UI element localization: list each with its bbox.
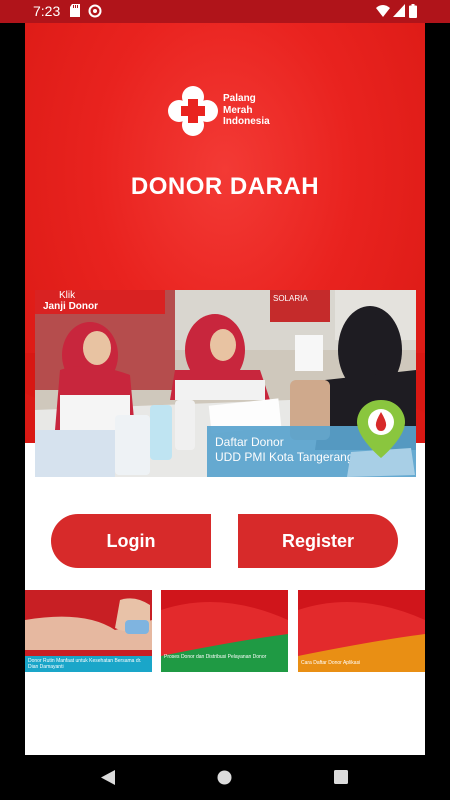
back-icon[interactable] bbox=[101, 770, 115, 785]
pmi-logo bbox=[168, 86, 218, 136]
video-thumbnail-2[interactable]: Proses Donor dan Distribusi Pelayanan Do… bbox=[161, 590, 288, 672]
page-title: DONOR DARAH bbox=[130, 173, 320, 200]
signal-icon bbox=[393, 4, 405, 17]
logo-text: Palang Merah Indonesia bbox=[223, 93, 270, 128]
daftar-donor-line1: Daftar Donor bbox=[215, 435, 284, 449]
status-bar: 7:23 bbox=[0, 0, 450, 23]
daftar-donor-line2: UDD PMI Kota Tangerang bbox=[215, 450, 354, 464]
register-button[interactable]: Register bbox=[238, 514, 398, 568]
battery-icon bbox=[409, 4, 417, 18]
janji-donor-banner[interactable]: Klik Janji Donor SOLARIA Daftar Donor UD… bbox=[35, 290, 416, 477]
logo-text-line: Palang bbox=[223, 93, 256, 104]
thumbnail-caption: Cara Daftar Donor Aplikasi bbox=[301, 660, 361, 666]
thumbnail-caption: Donor Rutin Manfaat untuk Kesehatan Bers… bbox=[25, 656, 152, 672]
sd-card-icon bbox=[70, 4, 80, 17]
login-button[interactable]: Login bbox=[51, 514, 211, 568]
klik-badge: Klik Janji Donor bbox=[35, 290, 163, 314]
thumbnail-caption: Proses Donor dan Distribusi Pelayanan Do… bbox=[164, 654, 267, 660]
home-icon[interactable] bbox=[217, 770, 232, 785]
sync-icon bbox=[88, 4, 102, 18]
logo-text-line: Merah bbox=[223, 104, 253, 116]
app-screen: Palang Merah Indonesia DONOR DARAH Klik … bbox=[25, 23, 425, 755]
video-thumbnail-3[interactable]: Cara Daftar Donor Aplikasi bbox=[298, 590, 425, 672]
map-pin-icon bbox=[347, 400, 415, 477]
video-thumbnail-1[interactable]: Donor Rutin Manfaat untuk Kesehatan Bers… bbox=[25, 590, 152, 672]
logo-text-line: Indonesia bbox=[223, 116, 270, 127]
klik-label: Klik bbox=[59, 290, 76, 301]
status-time: 7:23 bbox=[33, 3, 61, 19]
solaria-sign: SOLARIA bbox=[273, 294, 308, 303]
recents-icon[interactable] bbox=[334, 770, 348, 784]
janji-donor-label: Janji Donor bbox=[43, 301, 99, 312]
navigation-bar bbox=[0, 755, 450, 800]
wifi-icon bbox=[376, 5, 390, 17]
